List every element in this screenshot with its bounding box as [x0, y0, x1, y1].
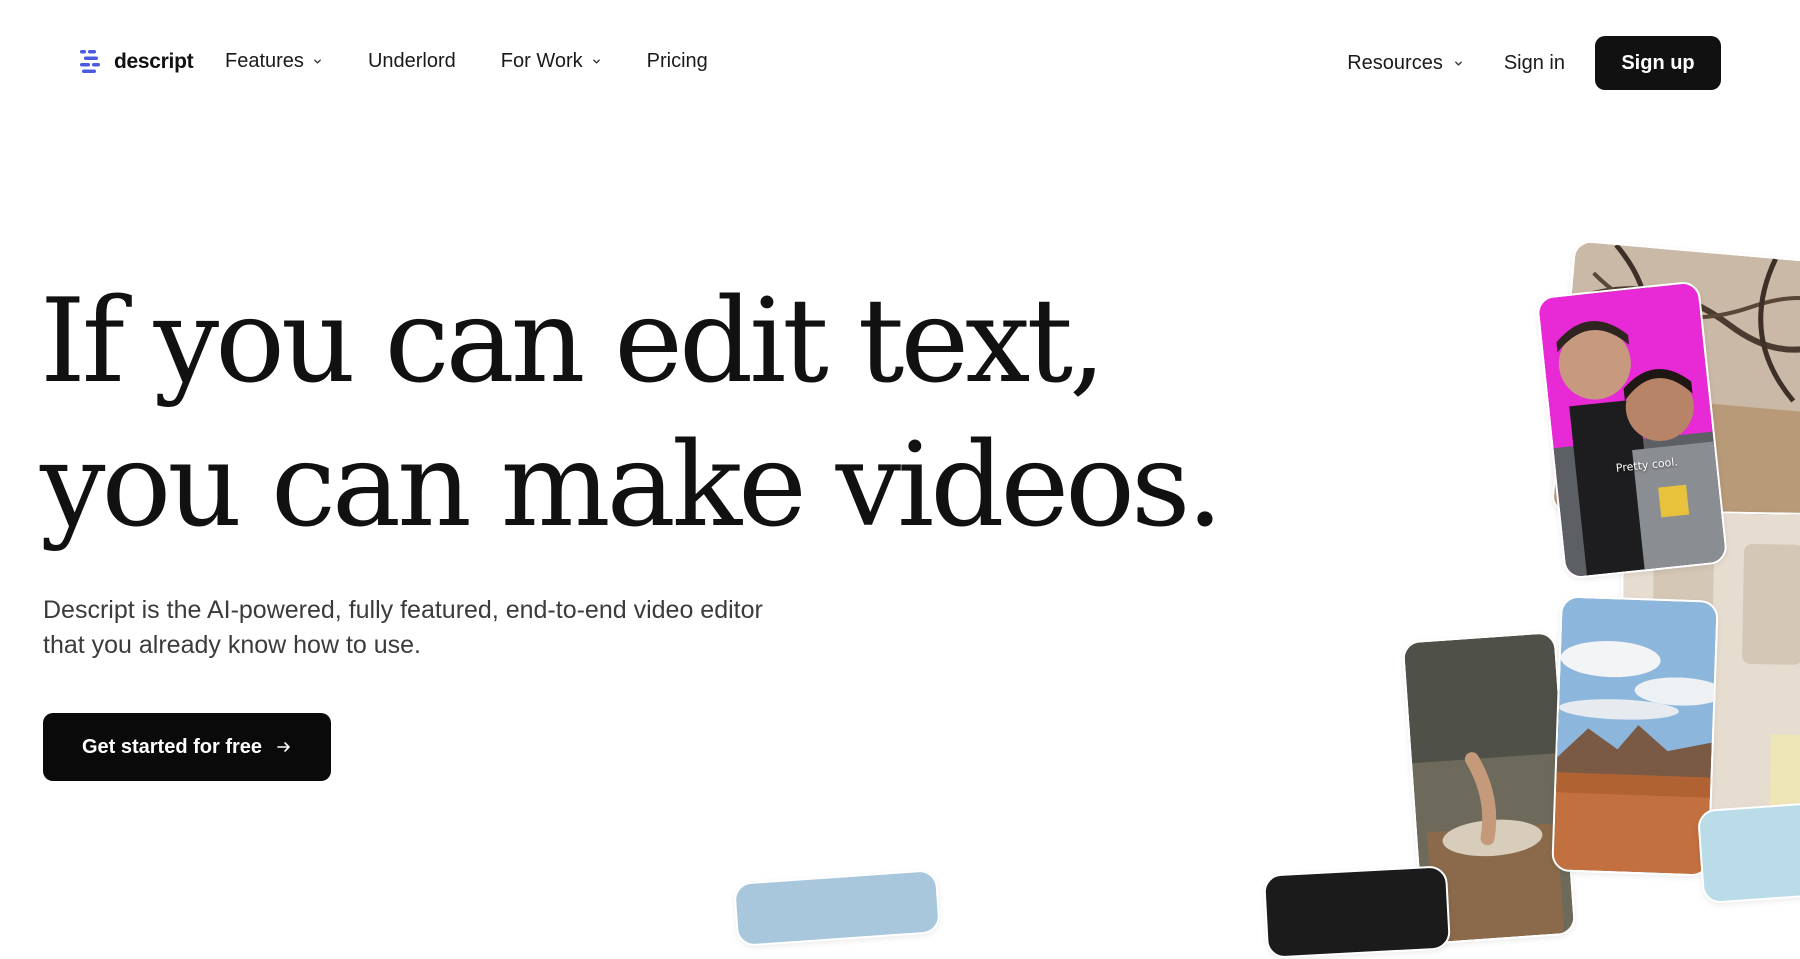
main-nav: Features Underlord For Work Pricing — [225, 50, 708, 73]
nav-item-label: Resources — [1347, 51, 1443, 74]
desert-landscape-image — [1553, 597, 1717, 875]
nav-item-label: For Work — [500, 50, 583, 72]
logo-wordmark: descript — [114, 50, 194, 73]
nav-item-underlord[interactable]: Underlord — [368, 50, 456, 73]
chevron-down-icon — [592, 59, 600, 64]
nav-item-for-work[interactable]: For Work — [501, 50, 602, 73]
descript-logo-icon — [80, 50, 100, 73]
nav-item-features[interactable]: Features — [225, 50, 323, 73]
people-selfie-image — [1537, 282, 1727, 578]
nav-item-pricing[interactable]: Pricing — [647, 50, 708, 73]
get-started-button[interactable]: Get started for free — [43, 713, 331, 781]
site-header: descript Features Underlord For Work Pri… — [0, 0, 1800, 128]
nav-item-label: Features — [225, 50, 304, 72]
nav-item-label: Underlord — [367, 50, 456, 72]
video-thumbnail-desert — [1551, 595, 1719, 877]
arrow-right-icon — [277, 742, 290, 752]
sign-up-button[interactable]: Sign up — [1595, 36, 1721, 90]
cta-label: Get started for free — [81, 735, 263, 758]
video-thumbnail-partial — [733, 868, 941, 948]
hero-headline: If you can edit text, you can make video… — [40, 270, 1223, 558]
sign-in-link[interactable]: Sign in — [1504, 52, 1565, 75]
chevron-down-icon — [1454, 60, 1462, 66]
nav-item-label: Pricing — [646, 50, 708, 72]
descript-logo[interactable]: descript — [80, 48, 194, 76]
header-actions: Resources Sign in Sign up — [1347, 36, 1721, 90]
headline-line-2: you can make videos. — [40, 418, 1223, 553]
video-thumbnail-partial — [1696, 801, 1800, 905]
video-thumbnail-partial — [1262, 865, 1452, 959]
nav-item-resources[interactable]: Resources — [1347, 52, 1464, 75]
headline-line-1: If you can edit text, — [40, 274, 1106, 409]
chevron-down-icon — [314, 59, 321, 64]
hero-subtext: Descript is the AI-powered, fully featur… — [43, 596, 763, 659]
video-thumbnail-two-people: Pretty cool. — [1535, 280, 1729, 580]
